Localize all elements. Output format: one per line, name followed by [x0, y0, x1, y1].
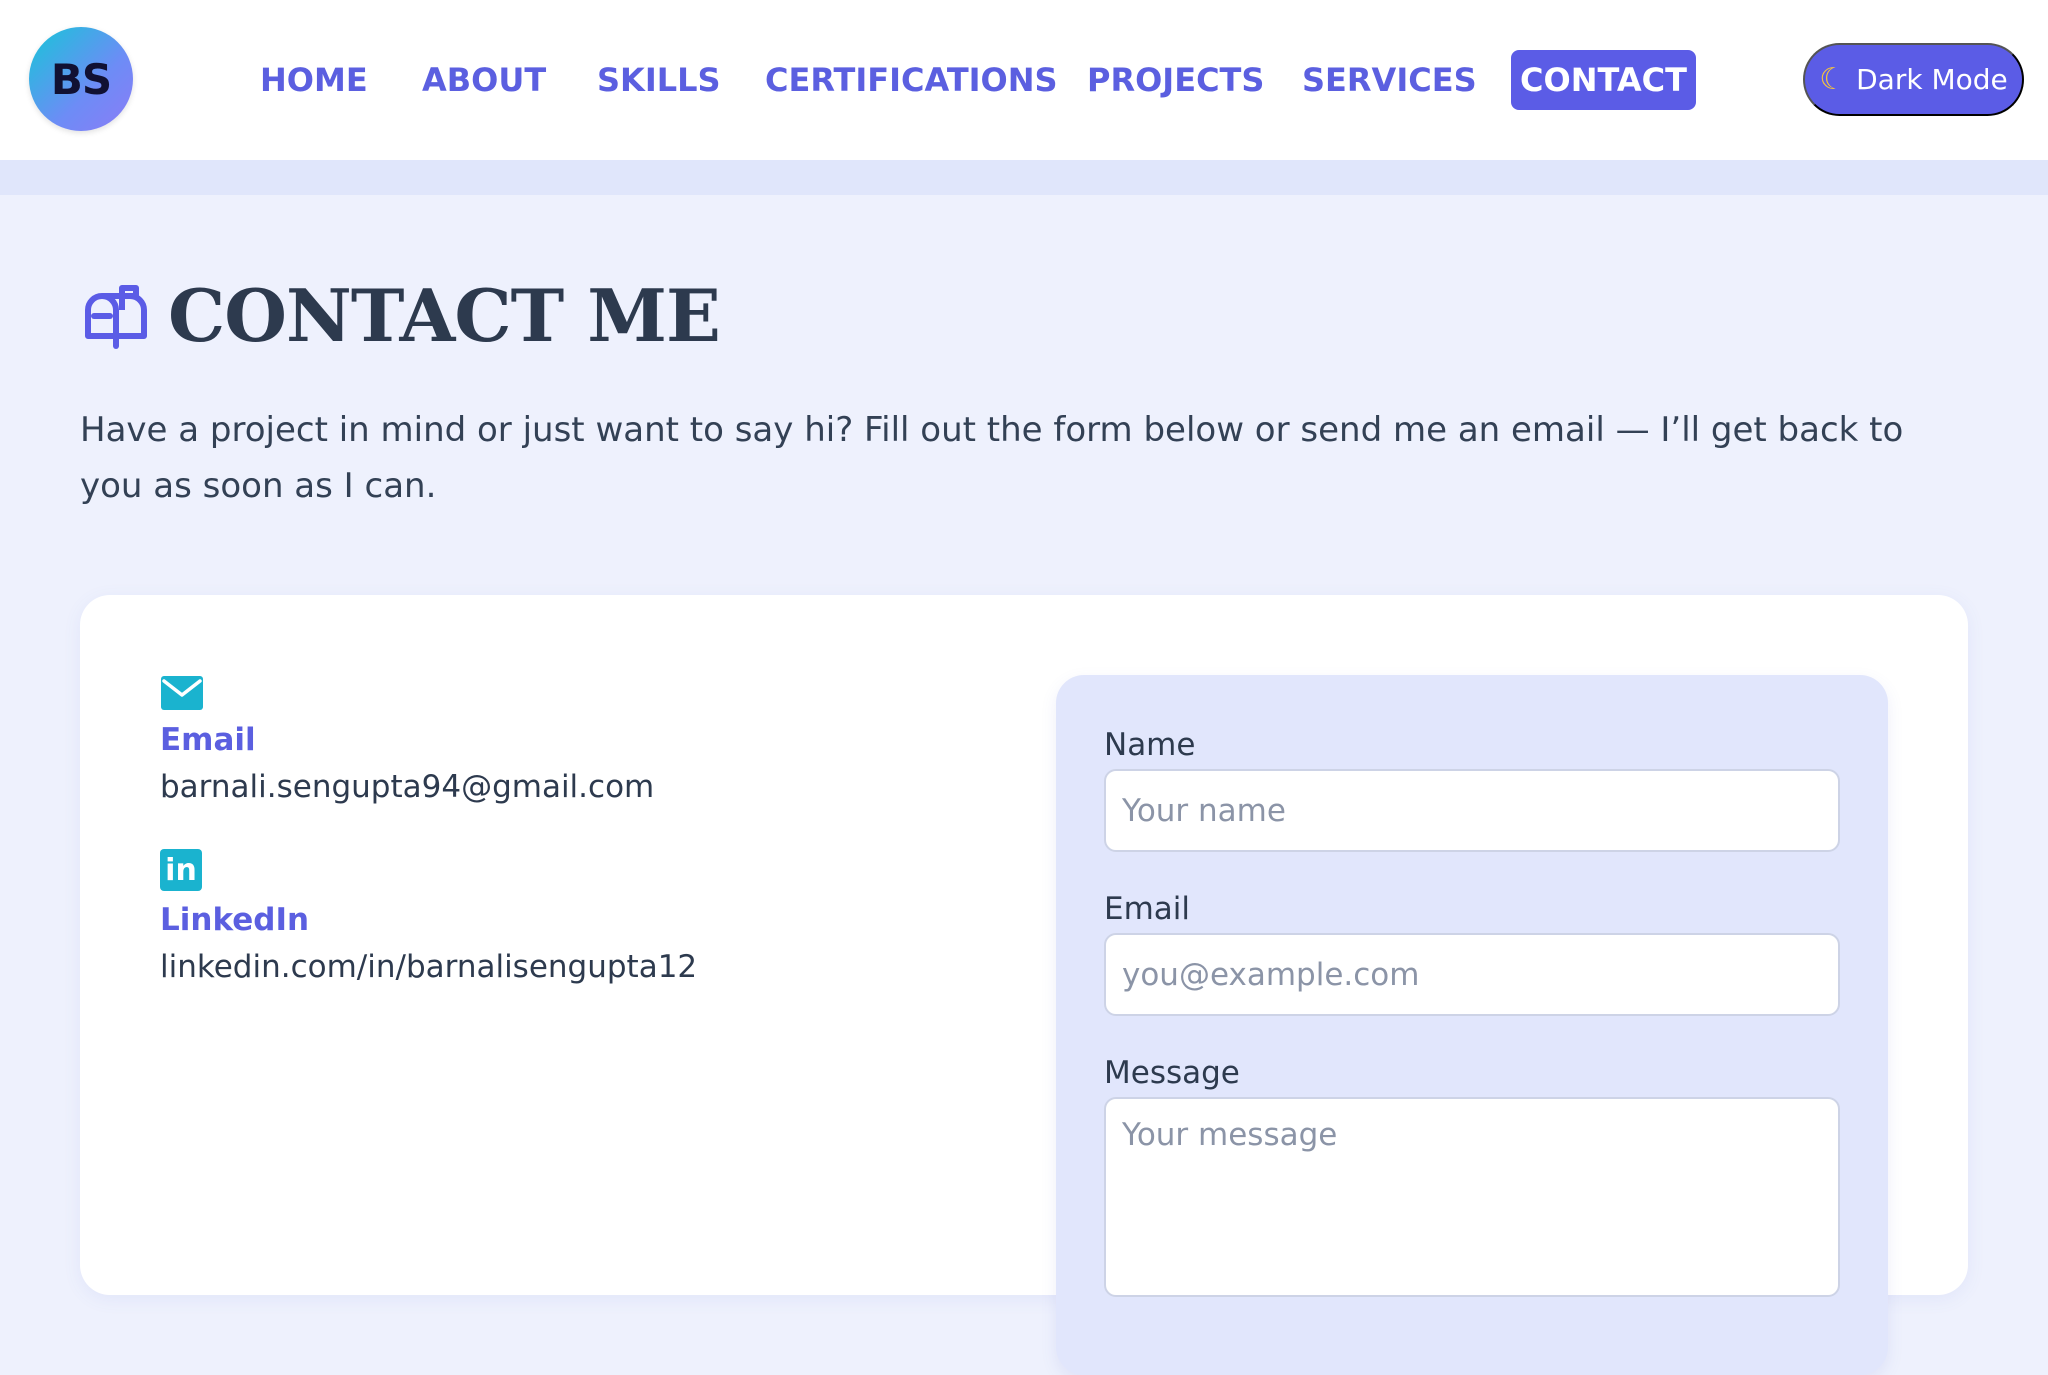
- name-label: Name: [1104, 727, 1196, 763]
- contact-email-item: Email barnali.sengupta94@gmail.com: [160, 675, 697, 811]
- email-value[interactable]: barnali.sengupta94@gmail.com: [160, 763, 697, 811]
- nav-link-services[interactable]: SERVICES: [1302, 50, 1477, 110]
- nav-link-contact[interactable]: CONTACT: [1511, 50, 1696, 110]
- contact-info: Email barnali.sengupta94@gmail.com in Li…: [160, 675, 697, 1029]
- nav-link-about[interactable]: ABOUT: [422, 50, 546, 110]
- nav-link-skills[interactable]: SKILLS: [597, 50, 721, 110]
- contact-linkedin-item: in LinkedIn linkedin.com/in/barnalisengu…: [160, 849, 697, 991]
- nav-link-projects[interactable]: PROJECTS: [1087, 50, 1264, 110]
- email-label: Email: [160, 722, 256, 758]
- contact-form: Name Email Message: [1056, 675, 1888, 1375]
- message-input[interactable]: [1104, 1097, 1840, 1297]
- dark-mode-label: Dark Mode: [1856, 63, 2008, 96]
- email-input[interactable]: [1104, 933, 1840, 1016]
- nav-menu: HOME ABOUT SKILLS CERTIFICATIONS PROJECT…: [0, 0, 2048, 160]
- linkedin-label: LinkedIn: [160, 902, 310, 938]
- section-heading: CONTACT ME: [80, 270, 721, 360]
- message-field-group: Message: [1104, 1051, 1840, 1301]
- moon-icon: ☾: [1819, 61, 1847, 97]
- email-field-group: Email: [1104, 887, 1840, 1016]
- form-email-label: Email: [1104, 891, 1191, 927]
- name-input[interactable]: [1104, 769, 1840, 852]
- name-field-group: Name: [1104, 723, 1840, 852]
- linkedin-icon: in: [160, 849, 202, 891]
- nav-link-home[interactable]: HOME: [260, 50, 368, 110]
- linkedin-value[interactable]: linkedin.com/in/barnalisengupta12: [160, 943, 697, 991]
- mailbox-icon: [85, 285, 147, 349]
- header-divider-strip: [0, 160, 2048, 195]
- envelope-icon: [160, 675, 204, 711]
- contact-card: Email barnali.sengupta94@gmail.com in Li…: [80, 595, 1968, 1375]
- message-label: Message: [1104, 1055, 1240, 1091]
- page-title: CONTACT ME: [168, 272, 721, 358]
- intro-text: Have a project in mind or just want to s…: [80, 410, 1904, 506]
- nav-link-certifications[interactable]: CERTIFICATIONS: [765, 50, 1058, 110]
- dark-mode-toggle[interactable]: ☾ Dark Mode: [1803, 43, 2024, 116]
- navbar: BS HOME ABOUT SKILLS CERTIFICATIONS PROJ…: [0, 0, 2048, 160]
